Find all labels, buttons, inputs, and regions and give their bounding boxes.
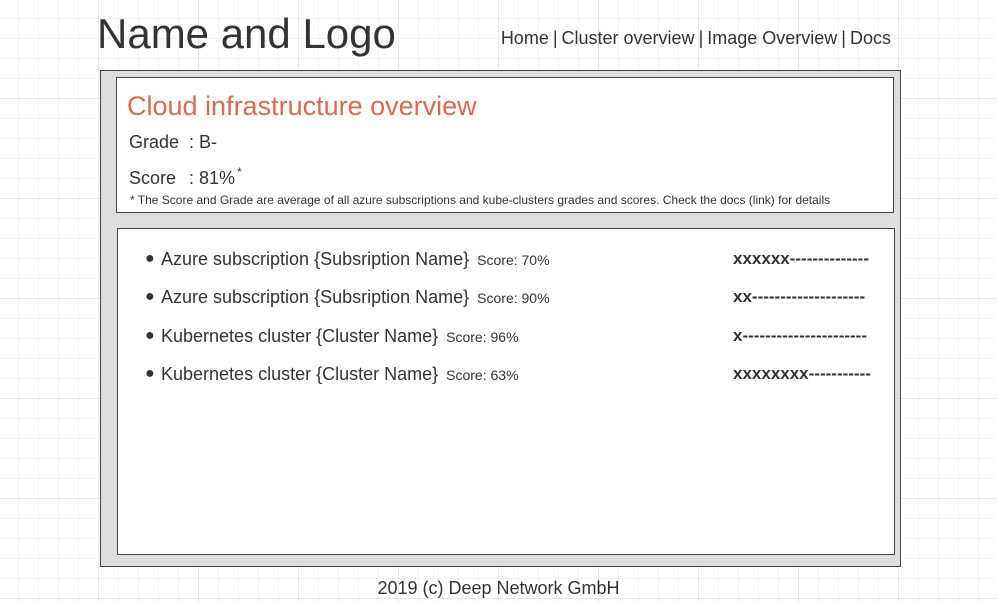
item-score: Score: 96% — [446, 329, 519, 345]
nav-image-overview[interactable]: Image Overview — [707, 28, 837, 48]
nav-cluster-overview[interactable]: Cluster overview — [562, 28, 695, 48]
overview-panel: Cloud infrastructure overview Grade: B- … — [116, 77, 894, 213]
bullet-icon: ● — [145, 327, 155, 344]
nav-separator: | — [698, 28, 704, 48]
grade-value: : B- — [189, 132, 218, 152]
nav-separator: | — [841, 28, 846, 48]
list-item[interactable]: ● Kubernetes cluster {Cluster Name} Score… — [145, 325, 885, 347]
item-score: Score: 90% — [477, 290, 550, 306]
score-label: Score — [129, 168, 177, 188]
grade-row: Grade : B- — [129, 131, 217, 153]
list-item[interactable]: ● Azure subscription {Subsription Name} S… — [145, 286, 885, 308]
nav-home[interactable]: Home — [501, 28, 549, 48]
top-nav: Home | Cluster overview | Image Overview | Doc… — [501, 27, 891, 49]
score-row: Score : 81% * — [129, 161, 242, 189]
score-value: : 81% — [189, 168, 236, 188]
item-score-bar: xxxxxx-------------- — [733, 249, 869, 268]
item-score-bar: xx-------------------- — [733, 287, 866, 306]
list-item[interactable]: ● Azure subscription {Subsription Name} S… — [145, 248, 885, 270]
item-score: Score: 70% — [477, 252, 550, 268]
item-name: Azure subscription {Subsription Name} Sco… — [161, 249, 550, 269]
grade-label: Grade — [129, 132, 180, 152]
logo-title: Name and Logo — [97, 10, 396, 57]
bullet-icon: ● — [145, 365, 155, 382]
item-name: Kubernetes cluster {Cluster Name} Score: … — [161, 364, 519, 384]
bullet-icon: ● — [145, 250, 155, 267]
item-name: Azure subscription {Subsription Name} Sco… — [161, 287, 550, 307]
item-score-bar: xxxxxxxx----------- — [733, 364, 871, 383]
resource-list-panel: ● Azure subscription {Subsription Name} S… — [117, 228, 895, 555]
content-frame: Cloud infrastructure overview Grade: B- … — [100, 70, 901, 567]
overview-title: Cloud infrastructure overview — [127, 91, 477, 121]
footer-copyright: 2019 (c) Deep Network GmbH — [377, 578, 620, 598]
item-score: Score: 63% — [446, 367, 519, 383]
score-footnote: * The Score and Grade are average of all… — [130, 193, 831, 207]
nav-docs[interactable]: Docs — [850, 28, 891, 48]
nav-separator: | — [552, 28, 558, 48]
item-score-bar: x---------------------- — [733, 326, 867, 345]
list-item[interactable]: ● Kubernetes cluster {Cluster Name} Score… — [145, 363, 885, 385]
item-name: Kubernetes cluster {Cluster Name} Score: … — [161, 326, 519, 346]
score-footnote-marker: * — [237, 165, 242, 179]
bullet-icon: ● — [145, 288, 155, 305]
